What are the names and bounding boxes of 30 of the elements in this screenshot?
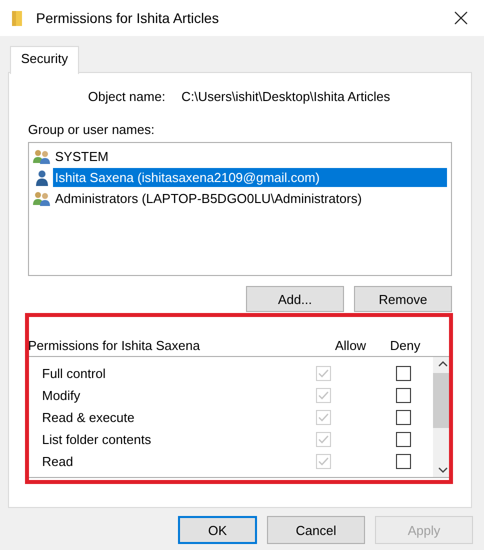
folder-icon xyxy=(11,9,23,27)
tab[interactable]: Security xyxy=(10,46,79,74)
permission-name: Read & execute xyxy=(42,410,136,424)
deny-checkbox[interactable] xyxy=(396,410,411,424)
close-icon[interactable] xyxy=(454,11,468,25)
user-icon xyxy=(33,170,51,186)
dialog-button[interactable]: OK xyxy=(178,516,257,544)
deny-checkbox[interactable] xyxy=(396,366,411,380)
deny-checkbox[interactable] xyxy=(396,388,411,402)
user-group-icon xyxy=(33,190,51,206)
dialog-button[interactable]: Cancel xyxy=(267,516,365,544)
permission-name: Full control xyxy=(42,366,107,380)
group-list-label: Group or user names: xyxy=(28,122,156,137)
window-title: Permissions for Ishita Articles xyxy=(36,10,219,26)
permission-name: List folder contents xyxy=(42,432,152,446)
deny-checkbox[interactable] xyxy=(396,454,411,468)
group-list-item[interactable]: Administrators (LAPTOP-B5DGO0LU\Administrators) xyxy=(53,189,447,208)
group-list-item[interactable]: SYSTEM xyxy=(53,147,447,166)
list-action-button[interactable]: Remove xyxy=(354,286,452,312)
permissions-label: Permissions for Ishita Saxena xyxy=(28,338,200,352)
permission-name: Read xyxy=(42,454,74,468)
allow-column-header: Allow xyxy=(335,338,368,352)
list-action-button[interactable]: Add... xyxy=(246,286,344,312)
permission-name: Modify xyxy=(42,388,82,402)
group-list-item[interactable]: Ishita Saxena (ishitasaxena2109@gmail.com) xyxy=(53,168,447,187)
deny-checkbox[interactable] xyxy=(396,432,411,446)
object-name-label: Object name: xyxy=(88,89,166,104)
deny-column-header: Deny xyxy=(390,338,422,352)
object-name-value: C:\Users\ishit\Desktop\Ishita Articles xyxy=(181,89,390,104)
user-group-icon xyxy=(33,148,51,164)
